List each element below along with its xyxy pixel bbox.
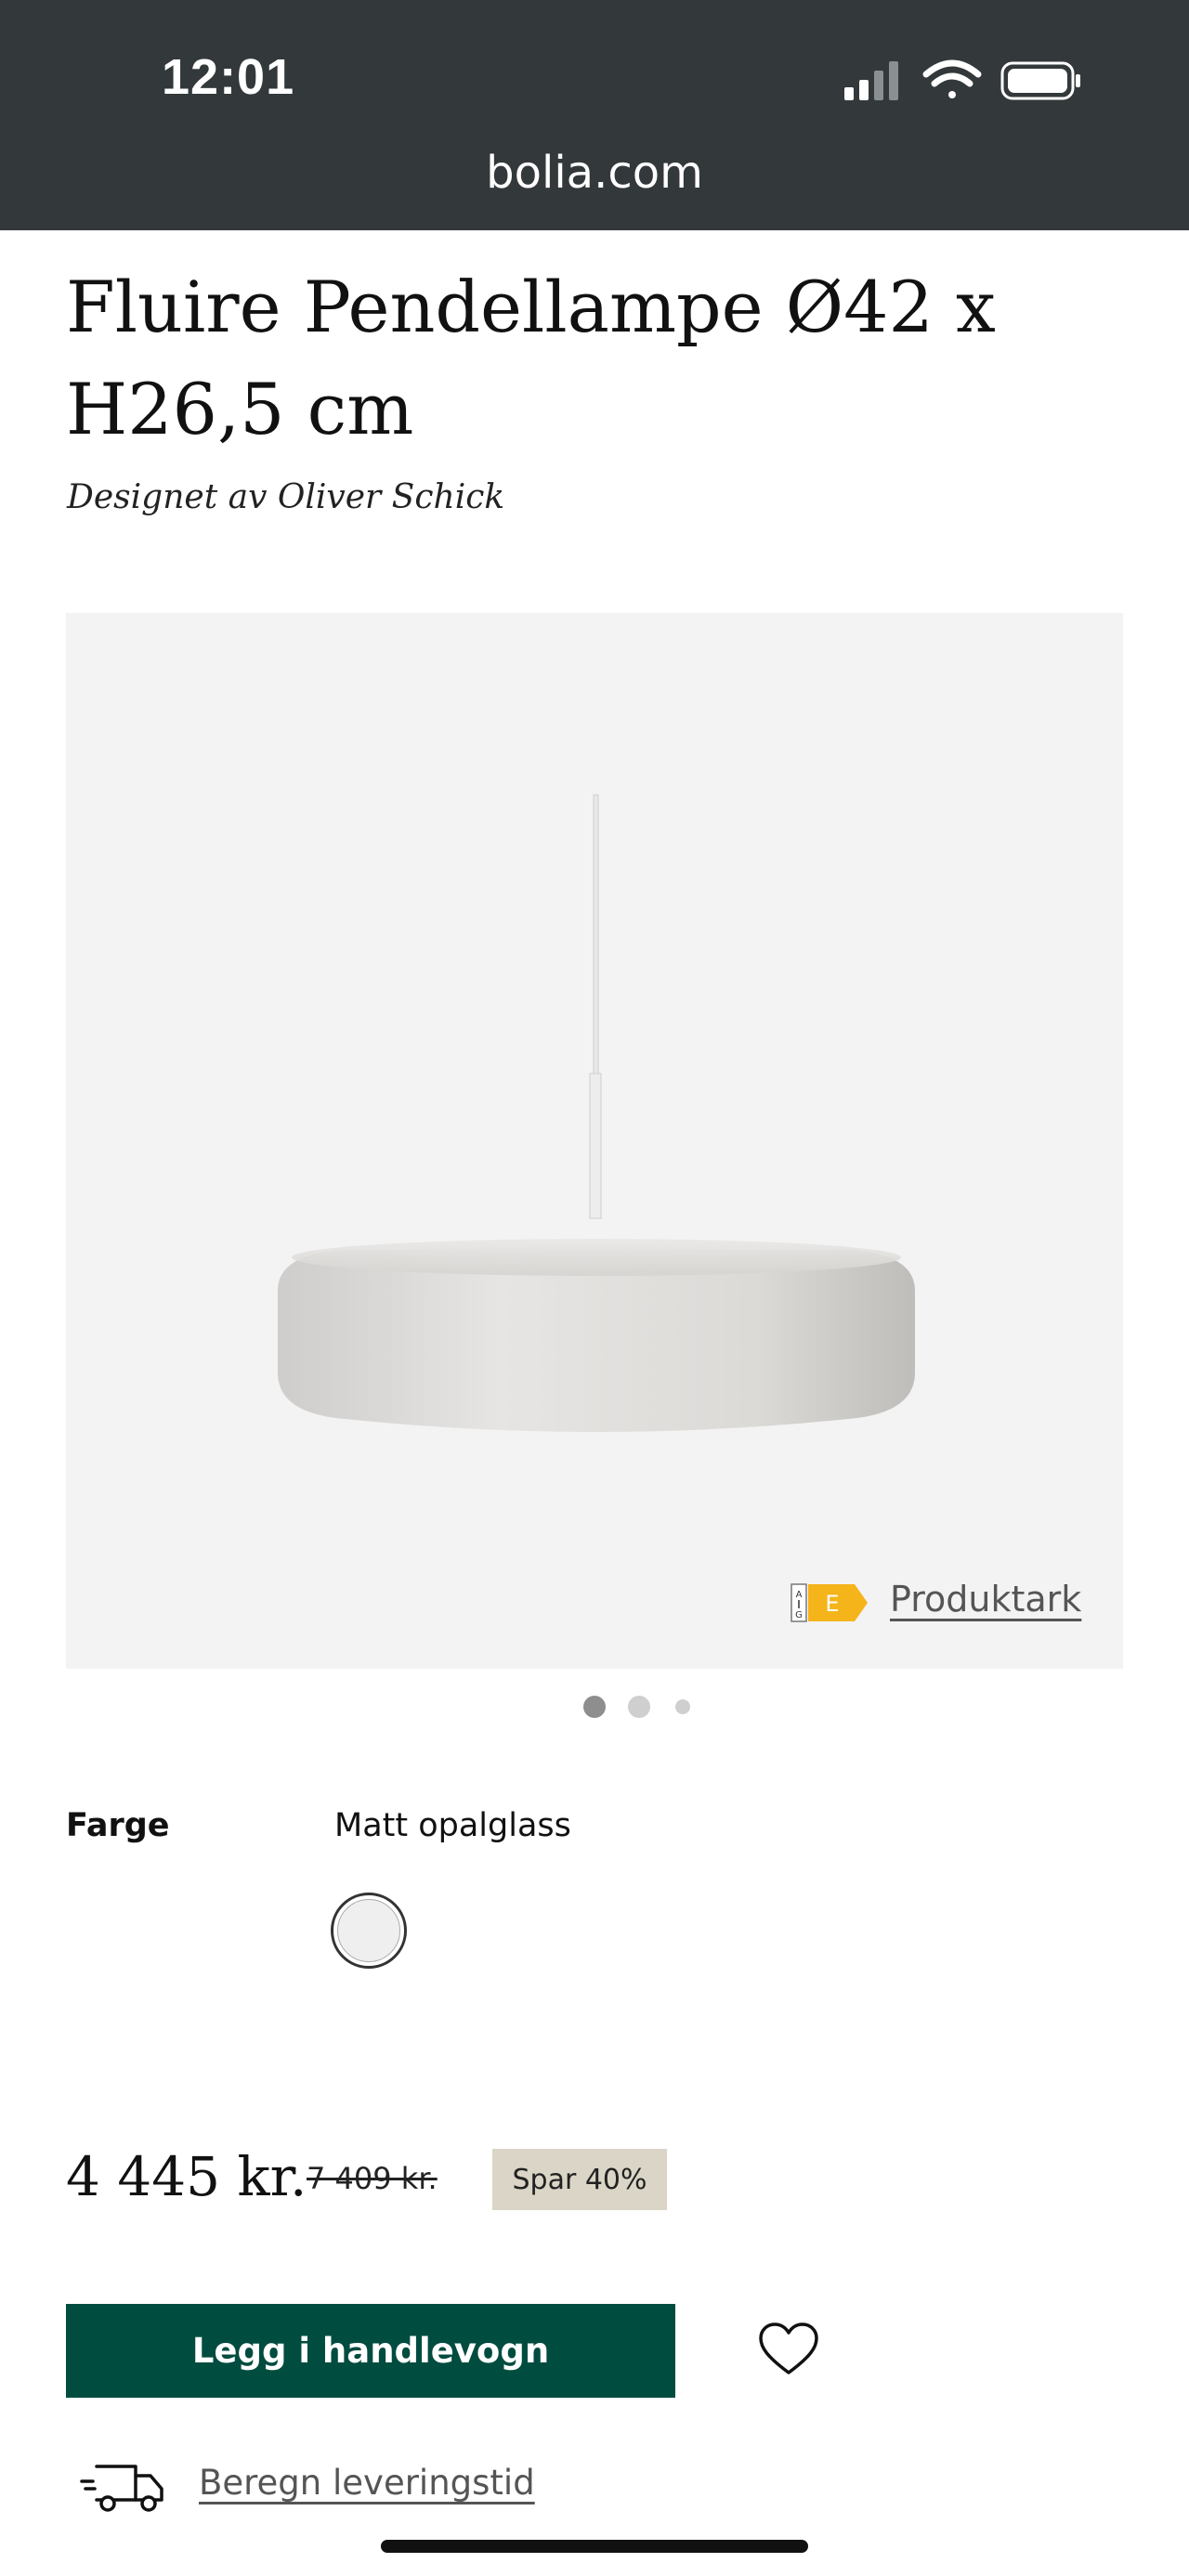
pendant-lamp-image bbox=[278, 794, 915, 1432]
energy-label-icon[interactable]: A G E bbox=[790, 1581, 869, 1625]
wifi-icon bbox=[922, 59, 982, 98]
product-sheet-link[interactable]: Produktark bbox=[890, 1579, 1081, 1620]
delivery-time-link[interactable]: Beregn leveringstid bbox=[199, 2463, 535, 2503]
address-bar-url[interactable]: bolia.com bbox=[0, 147, 1189, 199]
product-designer: Designet av Oliver Schick bbox=[67, 478, 505, 516]
color-swatch-matt-opalglass[interactable] bbox=[331, 1893, 407, 1969]
product-title: Fluire Pendellampe Ø42 x H26,5 cm bbox=[66, 266, 996, 450]
status-time: 12:01 bbox=[162, 49, 295, 105]
selected-color-name: Matt opalglass bbox=[334, 1807, 571, 1844]
original-price: 7 409 kr. bbox=[307, 2161, 438, 2196]
status-icons bbox=[844, 59, 1080, 100]
battery-icon bbox=[1000, 61, 1080, 100]
gallery-dot-1[interactable] bbox=[583, 1696, 606, 1718]
svg-text:A: A bbox=[796, 1590, 803, 1600]
signal-icon bbox=[844, 61, 898, 100]
svg-text:G: G bbox=[795, 1610, 803, 1620]
truck-icon bbox=[80, 2465, 163, 2512]
gallery-dot-3[interactable] bbox=[675, 1699, 690, 1714]
color-swatch-fill bbox=[337, 1899, 400, 1962]
status-bar: 12:01 bolia.com bbox=[0, 0, 1189, 230]
current-price: 4 445 kr. bbox=[66, 2145, 307, 2208]
energy-label-class: E bbox=[825, 1591, 839, 1617]
discount-badge: Spar 40% bbox=[492, 2149, 667, 2210]
gallery-dot-2[interactable] bbox=[628, 1696, 650, 1718]
heart-icon[interactable] bbox=[758, 2322, 819, 2377]
add-to-cart-button[interactable]: Legg i handlevogn bbox=[66, 2304, 675, 2398]
home-indicator bbox=[381, 2540, 808, 2553]
product-image-gallery[interactable] bbox=[66, 613, 1123, 1669]
color-label: Farge bbox=[66, 1807, 170, 1844]
